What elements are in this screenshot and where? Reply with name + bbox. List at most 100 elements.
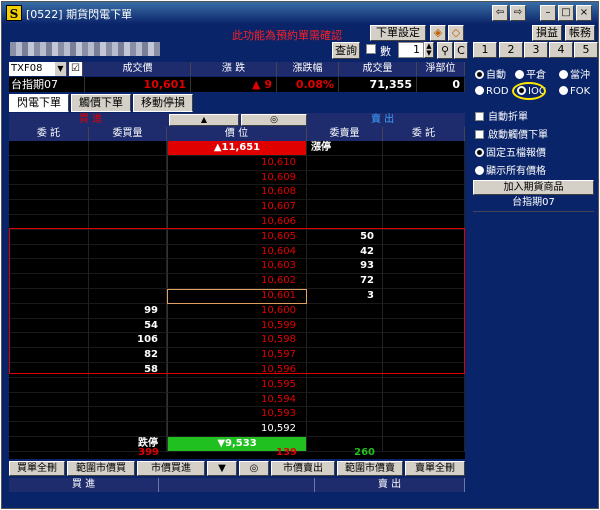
buy-order-cell[interactable] — [9, 422, 89, 437]
ask-qty-cell[interactable]: 漲停 — [307, 141, 383, 156]
price-cell[interactable]: 10,592 — [167, 422, 307, 437]
buy-order-cell[interactable] — [9, 155, 89, 171]
tab-lightning-order[interactable]: 閃電下單 — [9, 94, 69, 112]
price-cell[interactable]: 10,610 — [167, 155, 307, 171]
scroll-down-button[interactable]: ▼ — [207, 461, 237, 476]
page-button-2[interactable]: 2 — [499, 42, 523, 58]
ask-qty-cell[interactable] — [307, 422, 383, 437]
sell-order-cell[interactable] — [383, 170, 465, 186]
checkbox-enable-trigger[interactable]: 啟動觸價下單 — [475, 126, 548, 141]
close-icon[interactable]: × — [576, 5, 592, 21]
ask-qty-cell[interactable] — [307, 392, 383, 408]
ladder-row[interactable]: 10,594 — [9, 392, 465, 408]
price-cell[interactable]: 10,595 — [167, 377, 307, 393]
range-market-buy-button[interactable]: 範圍市價買 — [67, 461, 135, 476]
page-button-5[interactable]: 5 — [574, 42, 598, 58]
bell-icon[interactable]: ◈ — [430, 25, 446, 41]
sell-order-cell[interactable] — [383, 155, 465, 171]
ladder-row[interactable]: 10,609 — [9, 170, 465, 186]
bid-qty-cell[interactable] — [89, 155, 167, 171]
c-button[interactable]: C — [454, 42, 468, 59]
ask-qty-cell[interactable] — [307, 155, 383, 171]
center-button[interactable]: ◎ — [239, 461, 269, 476]
radio-fixed-five-levels[interactable]: 固定五檔報價 — [475, 144, 546, 159]
buy-order-cell[interactable] — [9, 392, 89, 408]
ask-qty-cell[interactable] — [307, 407, 383, 423]
center-price-button[interactable]: ◎ — [241, 114, 307, 126]
back-arrow-icon[interactable]: ⇦ — [492, 5, 508, 21]
bid-qty-cell[interactable] — [89, 422, 167, 437]
sell-order-cell[interactable] — [383, 377, 465, 393]
price-cell[interactable]: 10,607 — [167, 200, 307, 215]
ladder-row[interactable]: 10,595 — [9, 377, 465, 393]
query-button[interactable]: 查詢 — [332, 42, 360, 59]
sell-order-cell[interactable] — [383, 422, 465, 437]
bid-qty-cell[interactable] — [89, 392, 167, 408]
bid-qty-cell[interactable] — [89, 377, 167, 393]
symbol-check-icon[interactable]: ☑ — [69, 62, 83, 76]
account-button[interactable]: 帳務 — [565, 25, 595, 41]
buy-order-cell[interactable] — [9, 407, 89, 423]
price-cell[interactable]: 10,608 — [167, 185, 307, 201]
tab-trigger-order[interactable]: 觸價下單 — [71, 94, 131, 112]
maximize-icon[interactable]: □ — [558, 5, 574, 21]
buy-order-cell[interactable] — [9, 141, 89, 156]
pnl-button[interactable]: 損益 — [532, 25, 562, 41]
ask-qty-cell[interactable] — [307, 377, 383, 393]
sell-order-cell[interactable] — [383, 141, 465, 156]
market-sell-button[interactable]: 市價賣出 — [271, 461, 335, 476]
ladder-row[interactable]: 10,607 — [9, 200, 465, 215]
buy-order-cell[interactable] — [9, 185, 89, 201]
radio-day-trade[interactable]: 當沖 — [559, 66, 590, 81]
bid-qty-cell[interactable] — [89, 141, 167, 156]
product-list-item[interactable]: 台指期07 — [473, 196, 594, 210]
bid-qty-cell[interactable] — [89, 170, 167, 186]
scroll-up-button[interactable]: ▲ — [169, 114, 239, 126]
checkbox-auto-split[interactable]: 自動折單 — [475, 108, 528, 123]
buy-order-cell[interactable] — [9, 200, 89, 215]
sell-order-cell[interactable] — [383, 200, 465, 215]
buy-order-cell[interactable] — [9, 170, 89, 186]
bid-qty-cell[interactable] — [89, 200, 167, 215]
price-cell[interactable]: ▲11,651 — [167, 141, 307, 156]
price-cell[interactable]: 10,594 — [167, 392, 307, 408]
range-market-sell-button[interactable]: 範圍市價賣 — [337, 461, 403, 476]
forward-arrow-icon[interactable]: ⇨ — [510, 5, 526, 21]
chevron-down-icon[interactable]: ▼ — [55, 62, 67, 76]
ladder-row[interactable]: 10,592 — [9, 422, 465, 437]
radio-auto[interactable]: 自動 — [475, 66, 506, 81]
sell-order-cell[interactable] — [383, 392, 465, 408]
link-icon[interactable]: ⚲ — [437, 42, 453, 59]
price-cell[interactable]: 10,593 — [167, 407, 307, 423]
qty-checkbox[interactable] — [366, 44, 376, 54]
qty-stepper[interactable]: ▲ ▼ — [424, 42, 434, 58]
tab-trailing-stop[interactable]: 移動停損 — [133, 94, 193, 112]
price-cell[interactable]: 10,609 — [167, 170, 307, 186]
ask-qty-cell[interactable] — [307, 185, 383, 201]
ladder-row[interactable]: 10,610 — [9, 155, 465, 171]
add-futures-product-button[interactable]: 加入期貨商品 — [473, 180, 594, 195]
ladder-row[interactable]: 10,608 — [9, 185, 465, 201]
ladder-row[interactable]: ▲11,651 漲停 — [9, 141, 465, 156]
radio-rod[interactable]: ROD — [475, 86, 509, 97]
bid-qty-cell[interactable] — [89, 407, 167, 423]
page-button-4[interactable]: 4 — [549, 42, 573, 58]
sell-order-cell[interactable] — [383, 407, 465, 423]
sell-order-cell[interactable] — [383, 185, 465, 201]
minimize-icon[interactable]: – — [540, 5, 556, 21]
order-settings-button[interactable]: 下單設定 — [370, 25, 426, 41]
bid-qty-cell[interactable] — [89, 185, 167, 201]
qty-input[interactable]: 1 — [398, 42, 424, 58]
diamond-icon[interactable]: ◇ — [448, 25, 464, 41]
radio-fok[interactable]: FOK — [559, 86, 590, 97]
cancel-all-sell-button[interactable]: 賣單全刪 — [405, 461, 465, 476]
radio-show-all-prices[interactable]: 顯示所有價格 — [475, 162, 546, 177]
buy-order-cell[interactable] — [9, 377, 89, 393]
page-button-1[interactable]: 1 — [473, 42, 497, 58]
cancel-all-buy-button[interactable]: 買單全刪 — [9, 461, 65, 476]
ask-qty-cell[interactable] — [307, 200, 383, 215]
market-buy-button[interactable]: 市價買進 — [137, 461, 205, 476]
ask-qty-cell[interactable] — [307, 170, 383, 186]
page-button-3[interactable]: 3 — [524, 42, 548, 58]
ladder-row[interactable]: 10,593 — [9, 407, 465, 423]
